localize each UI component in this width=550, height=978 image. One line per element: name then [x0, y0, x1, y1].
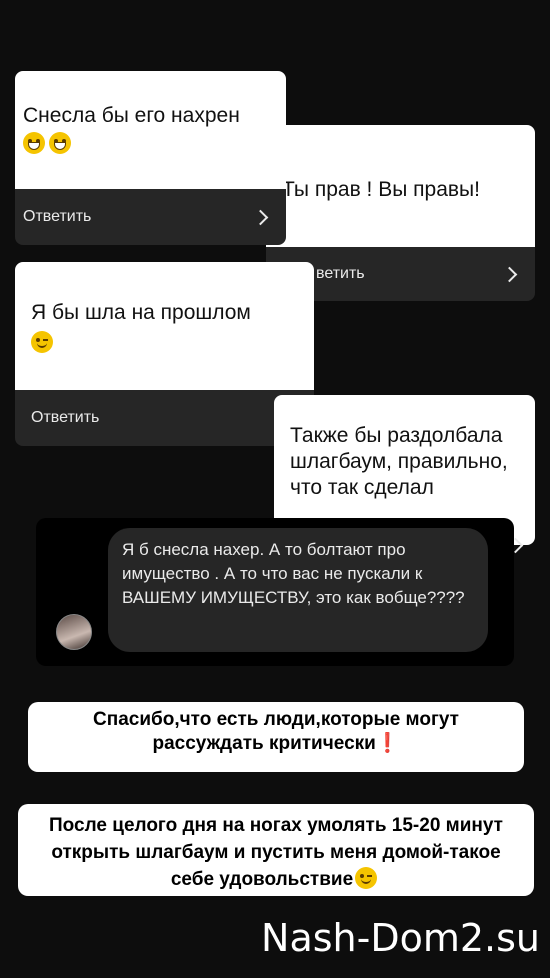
- text-sticker-thanks: Спасибо,что есть люди,которые могут расс…: [28, 702, 524, 772]
- message-text: Я б снесла нахер. А то болтают про имуще…: [122, 540, 465, 607]
- reply-button[interactable]: Ответить: [15, 189, 286, 245]
- chevron-right-icon: [501, 266, 518, 282]
- wink-emoji-icon: [355, 867, 378, 889]
- sticker-text: После целого дня на ногах умолять 15-20 …: [49, 815, 503, 890]
- message-bubble: Я б снесла нахер. А то болтают про имуще…: [108, 528, 488, 652]
- text-sticker-after-day: После целого дня на ногах умолять 15-20 …: [18, 804, 534, 896]
- question-card-3: Я бы шла на прошлом Ответить: [15, 262, 314, 446]
- avatar[interactable]: [56, 614, 92, 650]
- question-text: Я бы шла на прошлом: [31, 301, 251, 324]
- watermark: Nash-Dom2.su: [261, 916, 540, 960]
- exclamation-icon: ❗: [375, 733, 400, 754]
- sticker-text: Спасибо,что есть люди,которые могут расс…: [93, 709, 459, 754]
- chevron-right-icon: [252, 209, 269, 225]
- grin-emoji-icon: [49, 132, 71, 154]
- question-text: Ты прав ! Вы правы!: [282, 178, 480, 201]
- question-text: Снесла бы его нахрен: [23, 104, 240, 127]
- reply-label: ветить: [316, 265, 365, 282]
- question-card-1: Снесла бы его нахрен Ответить: [15, 71, 286, 245]
- reply-label: Ответить: [23, 208, 92, 225]
- grin-emoji-icon: [23, 132, 45, 154]
- question-text: Также бы раздолбала шлагбаум, правильно,…: [290, 424, 508, 499]
- reply-label: Ответить: [31, 409, 100, 426]
- wink-emoji-icon: [31, 331, 53, 353]
- reply-button[interactable]: Ответить: [15, 390, 314, 446]
